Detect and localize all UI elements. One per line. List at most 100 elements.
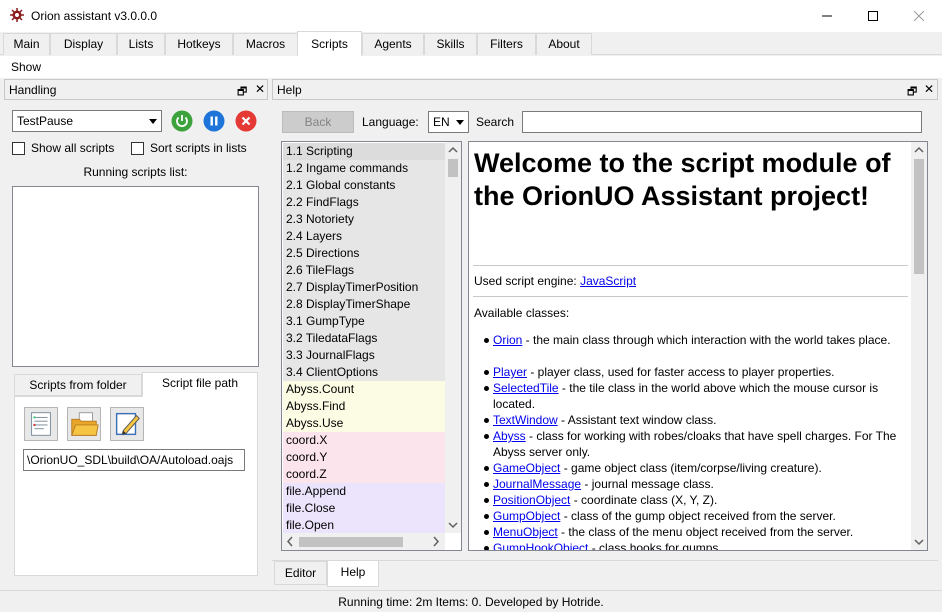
class-link[interactable]: Abyss (493, 429, 526, 443)
scroll-down-icon[interactable] (911, 534, 927, 550)
class-link[interactable]: GameObject (493, 461, 560, 475)
scroll-down-icon[interactable] (445, 517, 461, 533)
toc-item[interactable]: Abyss.Use (283, 415, 445, 432)
class-link[interactable]: GumpHookObject (493, 541, 588, 550)
back-button[interactable]: Back (282, 111, 354, 133)
toc-item[interactable]: file.Close (283, 500, 445, 517)
class-link[interactable]: SelectedTile (493, 381, 559, 395)
classes-label: Available classes: (474, 306, 570, 320)
toc-item[interactable]: 3.2 TiledataFlags (283, 330, 445, 347)
show-all-scripts-checkbox[interactable]: Show all scripts (12, 141, 114, 155)
toc-item[interactable]: 2.8 DisplayTimerShape (283, 296, 445, 313)
toc-item[interactable]: Abyss.Count (283, 381, 445, 398)
class-list-item: PositionObject - coordinate class (X, Y,… (484, 492, 905, 508)
toc-item[interactable]: 1.2 Ingame commands (283, 160, 445, 177)
tab-about[interactable]: About (536, 33, 592, 55)
class-list-item: GumpHookObject - class hooks for gumps. (484, 540, 905, 550)
toc-item[interactable]: 3.4 ClientOptions (283, 364, 445, 381)
show-menu[interactable]: Show (11, 60, 41, 74)
edit-script-icon[interactable] (110, 407, 144, 441)
tab-display[interactable]: Display (50, 33, 117, 55)
tab-skills[interactable]: Skills (424, 33, 477, 55)
title-bar: Orion assistant v3.0.0.0 (0, 0, 942, 32)
class-link[interactable]: Player (493, 365, 527, 379)
run-power-button[interactable] (171, 110, 193, 132)
language-select[interactable]: EN (428, 111, 469, 133)
class-link[interactable]: PositionObject (493, 493, 570, 507)
tab-main[interactable]: Main (3, 33, 50, 55)
tab-scripts[interactable]: Scripts (297, 31, 362, 56)
toc-item[interactable]: file.Open (283, 517, 445, 534)
toc-item[interactable]: 2.5 Directions (283, 245, 445, 262)
sort-scripts-label: Sort scripts in lists (150, 141, 247, 155)
toc-item[interactable]: 1.1 Scripting (283, 143, 445, 160)
bullet-icon (484, 546, 489, 550)
toc-item[interactable]: 2.2 FindFlags (283, 194, 445, 211)
tab-filters[interactable]: Filters (477, 33, 536, 55)
script-list-icon[interactable] (24, 407, 58, 441)
chevron-down-icon (456, 120, 464, 125)
toc-item[interactable]: coord.Y (283, 449, 445, 466)
maximize-button[interactable] (850, 0, 896, 32)
tab-hotkeys[interactable]: Hotkeys (165, 33, 233, 55)
class-list-item: GumpObject - class of the gump object re… (484, 508, 905, 524)
close-panel-icon[interactable]: ✕ (924, 82, 934, 96)
scroll-up-icon[interactable] (911, 142, 927, 158)
float-window-icon[interactable]: 🗗 (907, 83, 917, 102)
toc-item[interactable]: 3.1 GumpType (283, 313, 445, 330)
toc-vertical-scrollbar[interactable] (445, 142, 461, 533)
toc-item[interactable]: 2.7 DisplayTimerPosition (283, 279, 445, 296)
scroll-up-icon[interactable] (445, 142, 461, 158)
tab-script-file-path[interactable]: Script file path (142, 372, 258, 397)
toc-item[interactable]: 2.3 Notoriety (283, 211, 445, 228)
toc-item[interactable]: 2.6 TileFlags (283, 262, 445, 279)
toc-scroll-thumb[interactable] (448, 159, 458, 177)
stop-button[interactable] (235, 110, 257, 132)
search-input[interactable] (522, 111, 922, 133)
toc-item[interactable]: 2.4 Layers (283, 228, 445, 245)
close-panel-icon[interactable]: ✕ (255, 82, 265, 96)
tab-help[interactable]: Help (327, 561, 379, 587)
main-tab-bar: Main Display Lists Hotkeys Macros Script… (0, 31, 942, 56)
scroll-right-icon[interactable] (428, 533, 444, 550)
content-scroll-thumb[interactable] (914, 159, 924, 274)
tab-lists[interactable]: Lists (117, 33, 165, 55)
script-select[interactable]: TestPause (12, 110, 162, 132)
app-logo-icon (10, 8, 24, 22)
engine-link[interactable]: JavaScript (580, 274, 636, 288)
show-all-scripts-label: Show all scripts (31, 141, 115, 155)
toc-item[interactable]: coord.Z (283, 466, 445, 483)
running-scripts-list[interactable] (12, 186, 259, 367)
toc-item[interactable]: file.Append (283, 483, 445, 500)
scroll-left-icon[interactable] (282, 533, 298, 550)
sort-scripts-checkbox[interactable]: Sort scripts in lists (131, 141, 247, 155)
class-link[interactable]: Orion (493, 333, 522, 347)
tab-agents[interactable]: Agents (362, 33, 424, 55)
toc-item[interactable]: coord.X (283, 432, 445, 449)
float-window-icon[interactable]: 🗗 (237, 83, 247, 102)
class-link[interactable]: MenuObject (493, 525, 558, 539)
tab-scripts-from-folder[interactable]: Scripts from folder (14, 374, 142, 396)
open-folder-icon[interactable] (67, 407, 101, 441)
help-topics-list[interactable]: 1.1 Scripting 1.2 Ingame commands 2.1 Glob… (281, 141, 462, 551)
toc-horizontal-scrollbar[interactable] (282, 533, 445, 550)
status-bar: Running time: 2m Items: 0. Developed by … (0, 590, 942, 612)
close-window-button[interactable] (896, 0, 942, 32)
minimize-button[interactable] (804, 0, 850, 32)
toc-hscroll-thumb[interactable] (299, 537, 403, 547)
window-title: Orion assistant v3.0.0.0 (31, 9, 158, 23)
class-link[interactable]: GumpObject (493, 509, 560, 523)
toc-item[interactable]: Abyss.Find (283, 398, 445, 415)
script-path-input[interactable]: \OrionUO_SDL\build\OA/Autoload.oajs (23, 449, 245, 471)
pause-button[interactable] (203, 110, 225, 132)
content-vertical-scrollbar[interactable] (911, 142, 927, 550)
class-link[interactable]: JournalMessage (493, 477, 581, 491)
tab-macros[interactable]: Macros (233, 33, 298, 55)
tab-editor[interactable]: Editor (274, 561, 327, 585)
class-list-item: SelectedTile - the tile class in the wor… (484, 380, 905, 412)
toc-item[interactable]: 3.3 JournalFlags (283, 347, 445, 364)
class-list-item: TextWindow - Assistant text window class… (484, 412, 905, 428)
toc-item[interactable]: 2.1 Global constants (283, 177, 445, 194)
class-list-item: JournalMessage - journal message class. (484, 476, 905, 492)
class-link[interactable]: TextWindow (493, 413, 558, 427)
